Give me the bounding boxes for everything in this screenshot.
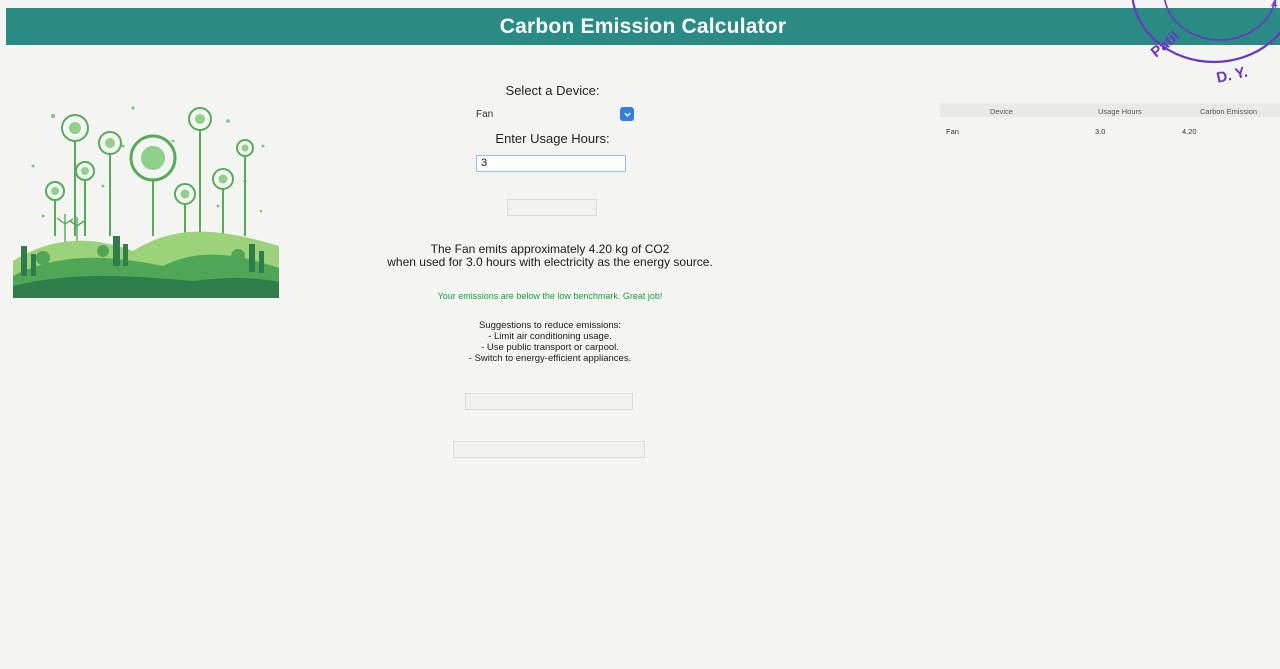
suggestion-item: - Limit air conditioning usage.	[488, 331, 612, 342]
suggestions-title: Suggestions to reduce emissions:	[478, 320, 622, 331]
suggestions-block: Suggestions to reduce emissions: - Limit…	[320, 320, 780, 364]
calculate-button[interactable]	[507, 199, 597, 216]
table-cell-usage-hours: 3.0	[1095, 127, 1106, 136]
chevron-down-icon[interactable]	[620, 107, 634, 121]
result-text: The Fan emits approximately 4.20 kg of C…	[320, 243, 780, 269]
table-header-usage-hours: Usage Hours	[1098, 107, 1142, 116]
green-city-illustration	[13, 86, 279, 298]
page-title: Carbon Emission Calculator	[499, 14, 787, 38]
table-header-carbon-emission: Carbon Emission	[1200, 107, 1258, 116]
benchmark-message: Your emissions are below the low benchma…	[437, 291, 663, 301]
hours-label: Enter Usage Hours:	[495, 131, 610, 146]
table-cell-carbon-emission: 4.20	[1182, 127, 1197, 136]
action-button[interactable]	[453, 441, 645, 458]
suggestion-item: - Use public transport or carpool.	[481, 342, 619, 353]
usage-hours-input[interactable]: 3	[476, 155, 626, 172]
result-line-2: when used for 3.0 hours with electricity…	[387, 255, 713, 269]
header-bar: Carbon Emission Calculator	[6, 8, 1280, 45]
device-select-value: Fan	[476, 109, 494, 120]
suggestion-item: - Switch to energy-efficient appliances.	[468, 353, 632, 364]
action-button[interactable]	[465, 393, 633, 410]
device-select[interactable]: Fan	[474, 107, 634, 122]
svg-text:D. Y.: D. Y.	[1215, 64, 1249, 87]
table-header-device: Device	[990, 107, 1013, 116]
app-root: Carbon Emission Calculator D. Y. Patil 4	[0, 0, 1280, 669]
table-cell-device: Fan	[946, 127, 959, 136]
device-label: Select a Device:	[505, 83, 600, 98]
